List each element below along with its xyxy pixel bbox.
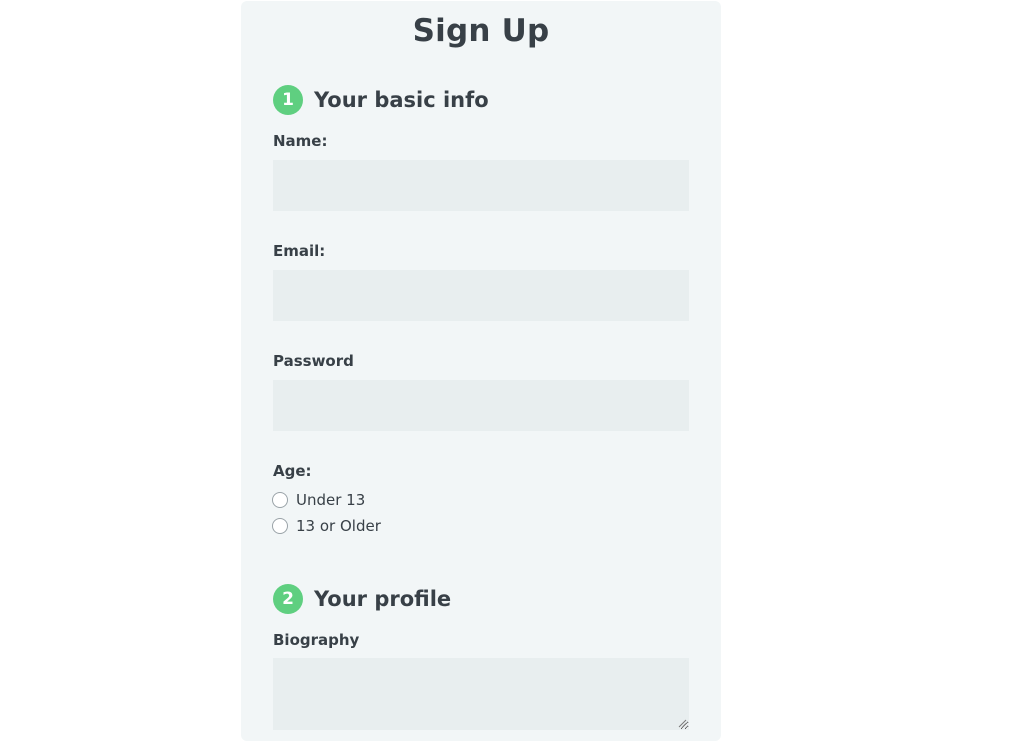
signup-form: Sign Up 1 Your basic info Name: Email: P… xyxy=(241,1,721,741)
password-label: Password xyxy=(273,352,354,370)
step-number-badge: 1 xyxy=(273,85,303,115)
radio-option-under-13[interactable]: Under 13 xyxy=(272,490,365,510)
radio-button[interactable] xyxy=(272,492,288,508)
email-input[interactable] xyxy=(273,270,689,321)
radio-label: Under 13 xyxy=(296,491,366,509)
page-title: Sign Up xyxy=(412,13,550,49)
section-title: Your basic info xyxy=(314,88,489,112)
section-title: Your profile xyxy=(314,587,452,611)
age-label: Age: xyxy=(273,462,312,480)
radio-option-13-or-older[interactable]: 13 or Older xyxy=(272,516,381,536)
radio-button[interactable] xyxy=(272,518,288,534)
step-number-badge: 2 xyxy=(273,584,303,614)
biography-field-wrapper xyxy=(273,658,689,730)
section-basic-info-header: 1 Your basic info xyxy=(273,84,489,116)
radio-label: 13 or Older xyxy=(296,517,381,535)
name-label: Name: xyxy=(273,132,328,150)
name-input[interactable] xyxy=(273,160,689,211)
section-profile-header: 2 Your profile xyxy=(273,583,451,615)
email-label: Email: xyxy=(273,242,326,260)
resize-handle-icon[interactable] xyxy=(678,719,687,728)
password-input[interactable] xyxy=(273,380,689,431)
biography-textarea[interactable] xyxy=(273,658,689,730)
biography-label: Biography xyxy=(273,631,360,649)
